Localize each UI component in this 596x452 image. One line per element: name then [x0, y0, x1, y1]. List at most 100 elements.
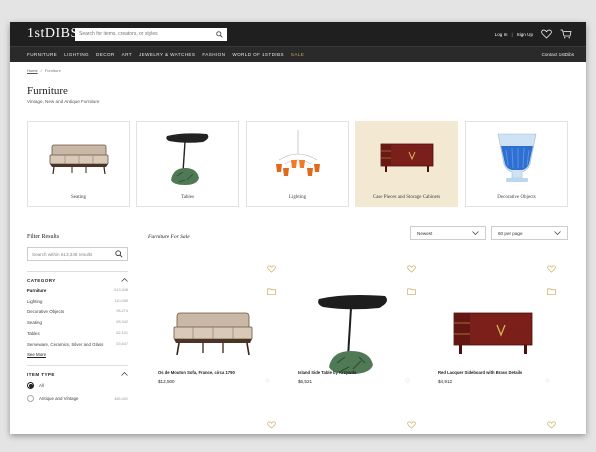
product-card[interactable]: Os de Mouton Sofa, France, circa 1790 $1…: [148, 258, 278, 434]
site-logo[interactable]: 1stDIBS: [27, 26, 78, 42]
filter-option-tables[interactable]: Tables 82,101: [27, 331, 128, 337]
category-filter-header[interactable]: CATEGORY: [27, 278, 128, 283]
more-icon[interactable]: [545, 370, 550, 388]
filter-option-decorative-objects[interactable]: Decorative Objects 96,274: [27, 309, 128, 315]
product-card[interactable]: Island Side Table by Krzywda $6,521: [288, 258, 418, 434]
heart-icon[interactable]: [407, 260, 416, 278]
filter-option-label: Tables: [27, 330, 40, 336]
filter-option-label: Lighting: [27, 298, 43, 304]
page-subtitle: Vintage, New and Antique Furniture: [27, 99, 100, 104]
results-heading: Furniture For Sale: [148, 234, 190, 240]
cart-icon[interactable]: [560, 29, 572, 39]
item-type-heading: ITEM TYPE: [27, 372, 55, 378]
filter-search[interactable]: [27, 247, 128, 261]
product-title[interactable]: Red Lacquer Sideboard with Brass Details: [438, 370, 522, 375]
filter-option-furniture[interactable]: Furniture 613,348: [27, 288, 128, 294]
radio-selected-icon[interactable]: [27, 382, 34, 390]
heart-icon[interactable]: [547, 416, 556, 434]
product-price: $4,912: [438, 379, 453, 384]
nav-art[interactable]: Art: [122, 52, 132, 57]
item-type-count: 465,492: [114, 396, 128, 401]
filter-search-input[interactable]: [32, 251, 115, 257]
heart-icon[interactable]: [267, 260, 276, 278]
product-title[interactable]: Island Side Table by Krzywda: [298, 370, 356, 375]
heart-icon[interactable]: [407, 416, 416, 434]
nav-jewelry-watches[interactable]: Jewelry & Watches: [139, 52, 195, 57]
nav-lighting[interactable]: Lighting: [64, 52, 89, 57]
filter-option-count: 110,089: [114, 298, 128, 303]
account-links: Log In | Sign Up: [495, 29, 572, 39]
item-type-label: Antique and Vintage: [39, 396, 79, 402]
filter-option-count: 53,647: [116, 341, 128, 346]
search-icon[interactable]: [115, 245, 123, 263]
category-card-lighting[interactable]: Lighting: [246, 121, 349, 207]
top-header: 1stDIBS Log In | Sign Up: [10, 22, 586, 46]
category-cards: Seating Tables Lighting Case Pieces and …: [27, 121, 568, 207]
per-page-select[interactable]: 60 per page: [491, 226, 568, 240]
breadcrumb-separator: /: [40, 68, 42, 73]
nav-decor[interactable]: Decor: [96, 52, 115, 57]
radio-icon[interactable]: [27, 395, 34, 403]
product-price: $12,500: [158, 379, 175, 384]
main-nav: Furniture Lighting Decor Art Jewelry & W…: [10, 46, 586, 62]
nav-sale[interactable]: Sale: [291, 52, 304, 57]
global-search-input[interactable]: [79, 31, 216, 37]
more-icon[interactable]: [405, 370, 410, 388]
item-type-option-all[interactable]: All: [27, 382, 128, 390]
filter-option-count: 96,274: [116, 309, 128, 314]
signup-link[interactable]: Sign Up: [517, 32, 533, 37]
search-icon[interactable]: [216, 30, 223, 38]
product-price: $6,521: [298, 379, 313, 384]
filter-option-lighting[interactable]: Lighting 110,089: [27, 299, 128, 305]
sort-select[interactable]: Newest: [410, 226, 486, 240]
heart-icon[interactable]: [547, 260, 556, 278]
heart-icon[interactable]: [541, 29, 552, 39]
nav-fashion[interactable]: Fashion: [202, 52, 225, 57]
category-label: Decorative Objects: [497, 195, 536, 200]
category-label: Lighting: [288, 195, 307, 200]
filter-option-label: Seating: [27, 320, 42, 326]
chevron-down-icon: [472, 230, 479, 236]
item-type-label: All: [39, 383, 44, 389]
chevron-up-icon[interactable]: [121, 278, 128, 283]
global-search[interactable]: [75, 27, 227, 41]
chevron-up-icon[interactable]: [121, 372, 128, 377]
category-card-tables[interactable]: Tables: [136, 121, 239, 207]
browser-viewport: 1stDIBS Log In | Sign Up Furniture Light…: [10, 22, 586, 434]
filter-option-label: Decorative Objects: [27, 309, 65, 315]
category-label: Tables: [181, 195, 194, 200]
breadcrumb: Home / Furniture: [27, 68, 61, 73]
divider: |: [511, 31, 513, 37]
filter-option-count: 82,101: [116, 330, 128, 335]
category-card-seating[interactable]: Seating: [27, 121, 130, 207]
filter-sidebar: Filter Results CATEGORY Furniture 613,348…: [27, 234, 128, 408]
product-card[interactable]: Red Lacquer Sideboard with Brass Details…: [428, 258, 558, 434]
login-link[interactable]: Log In: [495, 32, 508, 37]
category-card-case-pieces[interactable]: Case Pieces and Storage Cabinets: [355, 121, 458, 207]
sideboard-image: [356, 130, 457, 186]
contact-link[interactable]: Contact 1stDibs: [542, 52, 574, 57]
see-more-link[interactable]: See More: [27, 352, 128, 357]
sofa-image: [28, 130, 129, 186]
filter-option-label: Furniture: [27, 288, 47, 293]
product-title[interactable]: Os de Mouton Sofa, France, circa 1790: [158, 370, 235, 375]
filter-option-count: 613,348: [114, 288, 128, 292]
nav-world-of-1stdibs[interactable]: World of 1stDibs: [232, 52, 284, 57]
more-icon[interactable]: [265, 370, 270, 388]
filter-option-seating[interactable]: Seating 85,342: [27, 320, 128, 326]
glass-vase-image: [466, 130, 567, 186]
chandelier-image: [247, 130, 348, 186]
filter-option-count: 85,342: [116, 320, 128, 325]
category-card-decorative-objects[interactable]: Decorative Objects: [465, 121, 568, 207]
item-type-filter-header[interactable]: ITEM TYPE: [27, 372, 128, 377]
breadcrumb-home[interactable]: Home: [27, 68, 38, 73]
item-type-filter: ITEM TYPE All Antique and Vintage 465,492: [27, 365, 128, 403]
nav-furniture[interactable]: Furniture: [27, 52, 57, 57]
filter-title: Filter Results: [27, 234, 60, 240]
breadcrumb-current: Furniture: [44, 68, 61, 73]
filter-option-label: Serveware, Ceramics, Silver and Glass: [27, 341, 104, 347]
filter-option-serveware[interactable]: Serveware, Ceramics, Silver and Glass 53,…: [27, 342, 128, 348]
sort-value: Newest: [417, 230, 433, 236]
heart-icon[interactable]: [267, 416, 276, 434]
item-type-option-antique-vintage[interactable]: Antique and Vintage 465,492: [27, 395, 128, 403]
